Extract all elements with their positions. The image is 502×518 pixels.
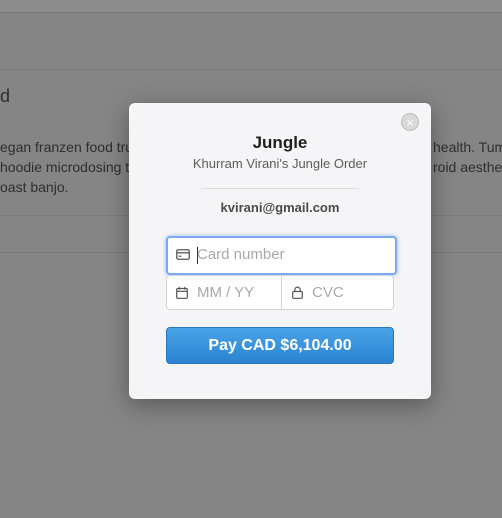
background-text-line: hoodie microdosing t [0,159,130,175]
checkout-modal: × Jungle Khurram Virani's Jungle Order k… [129,103,431,399]
cvc-placeholder: CVC [312,284,344,301]
card-number-input[interactable]: Card number [166,236,397,275]
expiry-input[interactable]: MM / YY [167,276,281,309]
background-divider [0,69,502,70]
credit-card-icon [176,249,190,260]
customer-email[interactable]: kvirani@gmail.com [129,200,431,215]
lock-icon [292,286,303,299]
background-divider [0,12,502,13]
order-description: Khurram Virani's Jungle Order [192,156,368,171]
header-divider [201,188,359,189]
expiry-cvc-row: MM / YY CVC [166,275,394,310]
background-band [0,0,502,12]
background-text-line: roid aesthet [433,159,502,175]
background-text-line: oast banjo. [0,179,69,195]
background-heading: d [0,86,11,106]
background-text-line: health. Tumb [433,139,502,155]
cvc-input[interactable]: CVC [282,276,393,309]
expiry-placeholder: MM / YY [197,284,255,301]
pay-button[interactable]: Pay CAD $6,104.00 [166,327,394,364]
close-button[interactable]: × [401,113,419,131]
calendar-icon [176,287,188,299]
close-icon: × [406,114,414,130]
card-number-placeholder: Card number [197,246,285,263]
background-text-line: egan franzen food truck [0,139,148,155]
merchant-title: Jungle [252,133,308,152]
